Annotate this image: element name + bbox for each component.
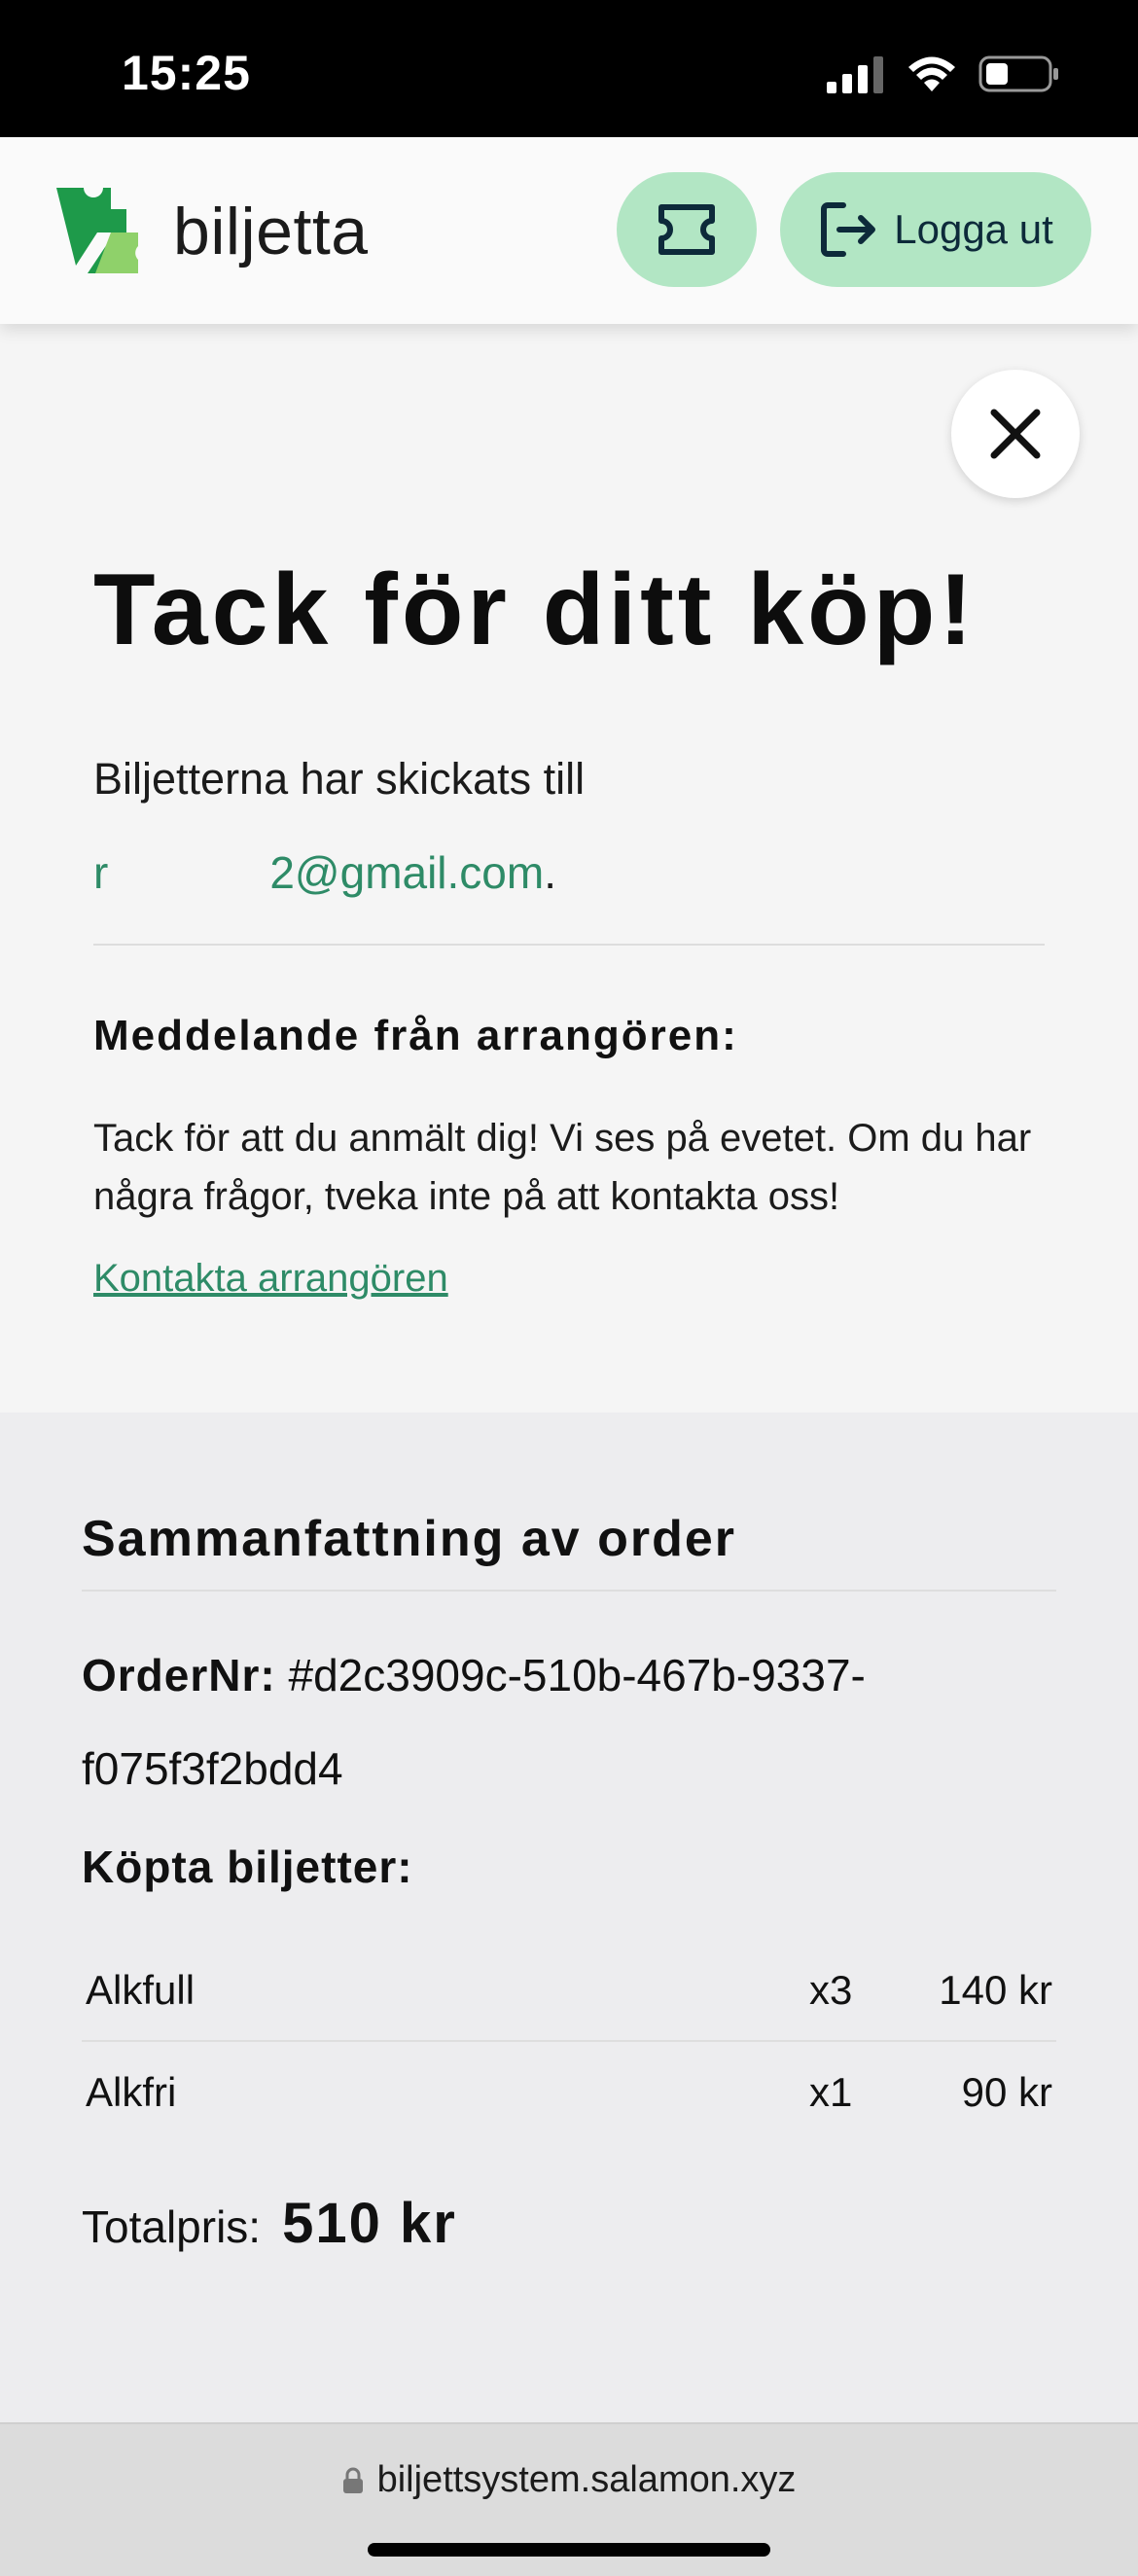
order-summary: Sammanfattning av order OrderNr: #d2c390… [0, 1413, 1138, 2422]
ticket-quantity: x3 [809, 1967, 853, 2013]
total-price: Totalpris: 510 kr [82, 2191, 457, 2256]
browser-url-bar[interactable]: biljettsystem.salamon.xyz [0, 2422, 1138, 2576]
ticket-row: Alkfull x3 140 kr [82, 1940, 1056, 2041]
order-number-label: OrderNr: [82, 1650, 276, 1700]
url-text: biljettsystem.salamon.xyz [376, 2459, 797, 2500]
page-title: Tack för ditt köp! [93, 554, 977, 666]
battery-icon [978, 55, 1058, 92]
logout-label: Logga ut [894, 206, 1053, 252]
summary-divider [82, 1590, 1056, 1592]
ticket-name: Alkfull [86, 1967, 196, 2013]
logout-button[interactable]: Logga ut [780, 172, 1091, 287]
brand-logo[interactable]: biljetta [56, 188, 369, 275]
ticket-name: Alkfri [86, 2069, 177, 2115]
url-display[interactable]: biljettsystem.salamon.xyz [0, 2459, 1138, 2501]
status-icons [827, 54, 1060, 93]
email-link-start[interactable]: r [93, 847, 108, 898]
organizer-message-heading: Meddelande från arrangören: [93, 1012, 738, 1059]
close-icon [990, 409, 1041, 459]
app-header: biljetta Logga ut [0, 137, 1138, 324]
lock-icon [342, 2467, 363, 2493]
biljetta-logo-icon [56, 188, 138, 273]
organizer-message-body: Tack för att du anmält dig! Vi ses på ev… [93, 1117, 1032, 1218]
summary-title: Sammanfattning av order [82, 1511, 737, 1567]
ticket-price: 90 kr [961, 2069, 1052, 2115]
brand-name: biljetta [173, 195, 369, 268]
email-line: r 2@gmail.com. [93, 846, 556, 899]
sent-to-text: Biljetterna har skickats till [93, 754, 586, 804]
signal-icon [827, 56, 883, 93]
ticket-icon [658, 204, 715, 255]
wifi-icon [908, 56, 955, 91]
email-suffix: . [544, 847, 556, 898]
home-indicator[interactable] [368, 2543, 770, 2557]
purchased-tickets-label: Köpta biljetter: [82, 1842, 413, 1892]
total-price-label: Totalpris: [82, 2201, 262, 2252]
logout-icon [821, 202, 876, 257]
status-time: 15:25 [122, 46, 251, 100]
order-number: OrderNr: #d2c3909c-510b-467b-9337-f075f3… [82, 1628, 1054, 1815]
ticket-quantity: x1 [809, 2069, 853, 2115]
divider [93, 944, 1045, 946]
close-button[interactable] [951, 370, 1080, 498]
contact-organizer-link[interactable]: Kontakta arrangören [93, 1257, 448, 1301]
email-link-end[interactable]: 2@gmail.com [269, 847, 544, 898]
status-bar: 15:25 [0, 0, 1138, 137]
tickets-button[interactable] [617, 172, 757, 287]
ticket-row: Alkfri x1 90 kr [82, 2042, 1056, 2143]
ticket-price: 140 kr [939, 1967, 1052, 2013]
total-price-value: 510 kr [282, 2192, 457, 2255]
